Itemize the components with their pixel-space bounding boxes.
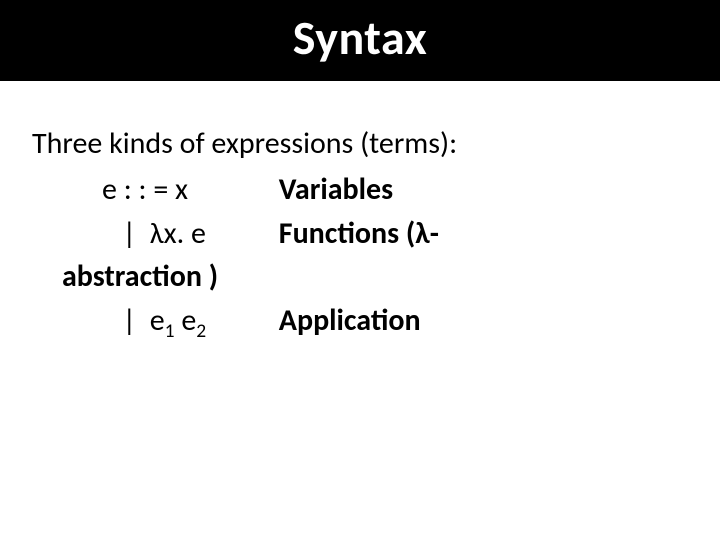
lambda-icon: λ: [415, 215, 430, 252]
rule3-lhs-prefix: | e: [102, 302, 165, 339]
rule1-lhs: e : : = x: [102, 168, 272, 212]
rule2-wrap: abstraction ): [62, 255, 688, 299]
rule3-mid: e: [175, 302, 197, 339]
grammar-rule-variables: e : : = x Variables: [102, 168, 688, 212]
rule3-sub1: 1: [165, 319, 175, 343]
rule2-rhs: Functions (λ-: [279, 215, 439, 252]
rule2-lhs-prefix: |: [102, 215, 150, 252]
rule2-lhs: | λx. e: [102, 212, 272, 256]
slide-body: Three kinds of expressions (terms): e : …: [0, 81, 720, 342]
rule3-rhs: Application: [279, 302, 421, 339]
rule3-lhs: | e1 e2: [102, 299, 272, 343]
rule1-rhs: Variables: [279, 171, 393, 208]
grammar-rule-functions: | λx. e Functions (λ-: [102, 212, 688, 256]
rule2-lhs-rest: x. e: [164, 215, 206, 252]
grammar-rule-application: | e1 e2 Application: [102, 299, 688, 343]
slide-title: Syntax: [0, 0, 720, 81]
intro-line: Three kinds of expressions (terms):: [32, 125, 688, 162]
lambda-icon: λ: [150, 215, 164, 252]
rule2-rhs-dash: -: [430, 215, 439, 252]
rule3-sub2: 2: [196, 319, 206, 343]
rule2-rhs-prefix: Functions (: [279, 215, 415, 252]
grammar-block: e : : = x Variables | λx. e Functions (λ…: [32, 168, 688, 342]
